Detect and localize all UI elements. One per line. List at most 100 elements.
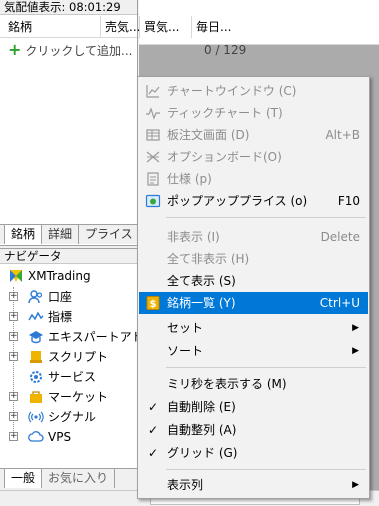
menu-item-shortcut: Delete <box>320 230 360 244</box>
menu-item-shortcut: Ctrl+U <box>319 296 360 310</box>
tree-item-label: シグナル <box>48 410 97 424</box>
tree-item-accounts[interactable]: + 口座 <box>0 287 137 307</box>
menu-item-label: オプションボード(O) <box>167 150 282 164</box>
menu-item-label: 銘柄一覧 (Y) <box>167 296 236 310</box>
market-watch-header-extension: 買気... 毎日... 0 / 129 <box>139 0 379 57</box>
menu-item-tick-chart[interactable]: ティックチャート (T) <box>139 102 368 124</box>
menu-item-sort[interactable]: ソート ▶ <box>139 340 368 362</box>
menu-separator <box>166 469 366 470</box>
tab-symbols[interactable]: 銘柄 <box>4 225 43 244</box>
add-symbol-label: クリックして追加... <box>25 44 133 58</box>
expand-icon[interactable]: + <box>9 312 18 321</box>
menu-item-grid[interactable]: ✓ グリッド (G) <box>139 442 368 464</box>
menu-item-label: 表示列 <box>167 478 204 492</box>
tree-item-signals[interactable]: + シグナル <box>0 407 137 427</box>
navigator-panel: ナビゲータ XMTrading + 口座 + 指標 + エキスパートア + スク… <box>0 248 138 488</box>
tree-root[interactable]: XMTrading <box>0 266 137 286</box>
tree-item-label: 指標 <box>48 310 73 324</box>
menu-separator <box>166 367 366 368</box>
tree-item-label: マーケット <box>48 390 109 404</box>
option-board-icon <box>146 151 160 163</box>
menu-item-shortcut: F10 <box>337 194 360 208</box>
menu-item-symbols[interactable]: $ 銘柄一覧 (Y) Ctrl+U <box>139 292 368 314</box>
checkmark-icon: ✓ <box>148 423 159 437</box>
tree-item-scripts[interactable]: + スクリプト <box>0 347 137 367</box>
menu-item-option-board[interactable]: オプションボード(O) <box>139 146 368 168</box>
column-bid[interactable]: 売気... <box>100 16 140 38</box>
expand-icon[interactable]: + <box>9 392 18 401</box>
tree-item-indicators[interactable]: + 指標 <box>0 307 137 327</box>
menu-item-show-all[interactable]: 全て表示 (S) <box>139 270 368 292</box>
tree-root-label: XMTrading <box>28 269 91 283</box>
market-icon <box>30 391 42 403</box>
depth-of-market-icon <box>146 129 160 141</box>
popup-prices-icon <box>145 194 161 208</box>
checkmark-icon: ✓ <box>148 400 159 414</box>
menu-item-label: 自動削除 (E) <box>167 400 236 414</box>
tree-item-services[interactable]: サービス <box>0 367 137 387</box>
market-watch-header: 銘柄 売気... <box>0 16 140 38</box>
tree-item-label: エキスパートアドバイザ <box>48 330 137 344</box>
menu-item-label: ティックチャート (T) <box>167 106 283 120</box>
indicators-icon <box>28 311 44 321</box>
submenu-arrow-icon: ▶ <box>352 346 359 356</box>
menu-item-label: セット <box>167 321 204 335</box>
menu-item-label: 板注文画面 (D) <box>167 128 250 142</box>
column-ask[interactable]: 買気... <box>139 16 191 38</box>
menu-item-label: チャートウインドウ (C) <box>167 84 297 98</box>
column-symbol[interactable]: 銘柄 <box>8 16 58 38</box>
tree-item-label: VPS <box>48 430 72 444</box>
menu-item-sets[interactable]: セット ▶ <box>139 317 368 339</box>
checkmark-icon: ✓ <box>148 446 159 460</box>
tree-item-label: スクリプト <box>48 350 109 364</box>
tree-item-label: 口座 <box>48 290 73 304</box>
submenu-arrow-icon: ▶ <box>352 480 359 490</box>
specification-icon <box>147 172 159 186</box>
tick-chart-icon <box>146 107 160 120</box>
scripts-icon <box>30 351 42 363</box>
menu-item-specification[interactable]: 仕様 (p) <box>139 168 368 190</box>
tree-item-vps[interactable]: + VPS <box>0 427 137 447</box>
tree-item-market[interactable]: + マーケット <box>0 387 137 407</box>
expand-icon[interactable]: + <box>9 292 18 301</box>
navigator-tabs: 一般 お気に入り <box>0 468 137 488</box>
xm-logo-icon <box>10 270 22 282</box>
expand-icon[interactable]: + <box>9 412 18 421</box>
tab-prices[interactable]: プライス <box>79 225 137 244</box>
signals-icon <box>28 411 44 423</box>
menu-item-label: ミリ秒を表示する (M) <box>167 377 287 391</box>
menu-item-show-milliseconds[interactable]: ミリ秒を表示する (M) <box>139 373 368 395</box>
tab-details[interactable]: 詳細 <box>42 225 80 244</box>
navigator-title: ナビゲータ <box>0 249 137 264</box>
menu-item-shortcut: Alt+B <box>325 128 360 142</box>
market-watch-panel: 気配値表示: 08:01:29 銘柄 売気... + クリックして追加... 銘柄… <box>0 0 140 246</box>
symbols-icon: $ <box>146 296 160 310</box>
expand-icon[interactable]: + <box>9 332 18 341</box>
tree-item-expert-advisors[interactable]: + エキスパートアドバイザ <box>0 327 137 347</box>
menu-item-label: 仕様 (p) <box>167 172 212 186</box>
menu-item-label: 全て表示 (S) <box>167 274 236 288</box>
tab-favorites[interactable]: お気に入り <box>42 469 116 488</box>
accounts-icon <box>28 290 43 304</box>
chart-window-icon <box>146 85 160 98</box>
menu-separator <box>166 217 366 218</box>
menu-item-hide-all[interactable]: 全て非表示 (H) <box>139 248 368 270</box>
context-menu: チャートウインドウ (C) ティックチャート (T) 板注文画面 (D) Alt… <box>137 76 370 499</box>
column-daily-change[interactable]: 毎日... <box>191 16 251 38</box>
svg-text:$: $ <box>150 299 157 310</box>
menu-item-auto-remove[interactable]: ✓ 自動削除 (E) <box>139 396 368 418</box>
add-symbol-row[interactable]: + クリックして追加... <box>0 40 137 60</box>
menu-item-label: グリッド (G) <box>167 446 238 460</box>
menu-item-auto-arrange[interactable]: ✓ 自動整列 (A) <box>139 419 368 441</box>
menu-item-depth-of-market[interactable]: 板注文画面 (D) Alt+B <box>139 124 368 146</box>
menu-item-hide[interactable]: 非表示 (I) Delete <box>139 226 368 248</box>
tab-general[interactable]: 一般 <box>4 469 43 488</box>
menu-item-popup-prices[interactable]: ポップアッププライス (o) F10 <box>139 190 368 212</box>
expert-advisors-icon <box>29 331 43 344</box>
menu-item-chart-window[interactable]: チャートウインドウ (C) <box>139 80 368 102</box>
expand-icon[interactable]: + <box>9 352 18 361</box>
expand-icon[interactable]: + <box>9 432 18 441</box>
tree-item-label: サービス <box>48 370 97 384</box>
menu-item-label: ポップアッププライス (o) <box>167 194 308 208</box>
menu-item-columns[interactable]: 表示列 ▶ <box>139 474 368 496</box>
